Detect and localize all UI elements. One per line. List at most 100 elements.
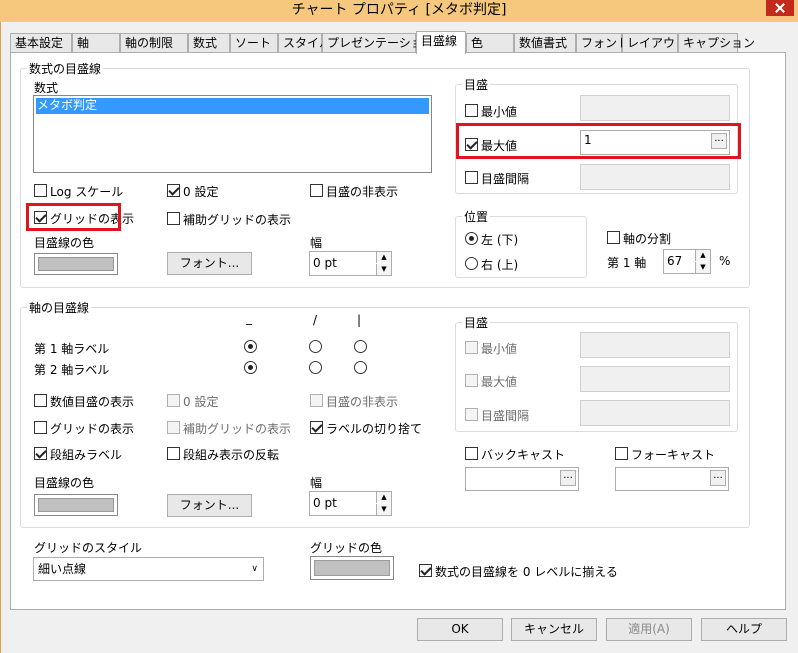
backcast-input[interactable]: ... — [465, 467, 579, 491]
axis-width-label: 幅 — [310, 476, 323, 490]
axis-width-spinner[interactable]: 0 pt ▲ ▼ — [309, 491, 392, 516]
axis-max-input — [580, 366, 730, 392]
axis-zero-setting-label: 0 設定 — [183, 395, 219, 409]
ellipsis-icon[interactable]: ... — [710, 470, 726, 486]
split-value: 67 — [667, 254, 683, 268]
tab-gridlines[interactable]: 目盛線 — [416, 31, 466, 54]
second-axis-slash-radio[interactable] — [309, 361, 322, 374]
backcast-checkbox[interactable] — [465, 447, 478, 460]
interval-label: 目盛間隔 — [481, 172, 530, 186]
reverse-stagger-label: 段組み表示の反転 — [183, 448, 280, 462]
tab-axis-limits[interactable]: 軸の制限 — [120, 33, 188, 53]
min-label: 最小値 — [481, 105, 518, 119]
group-title: 軸の目盛線 — [29, 301, 90, 315]
reverse-stagger-checkbox[interactable] — [167, 447, 180, 460]
axis-interval-checkbox — [465, 408, 478, 421]
spin-down-icon[interactable]: ▼ — [376, 504, 391, 515]
hide-gridlines-checkbox[interactable] — [310, 184, 323, 197]
close-icon[interactable] — [766, 0, 794, 16]
title-bar: チャート プロパティ [メタボ判定] — [0, 0, 798, 22]
log-scale-checkbox[interactable] — [34, 184, 47, 197]
align-zero-label: 数式の目盛線を 0 レベルに揃える — [435, 565, 618, 579]
axis-interval-label: 目盛間隔 — [481, 409, 530, 423]
axis-gridline-color-label: 目盛線の色 — [34, 476, 95, 490]
first-axis-bar-radio[interactable] — [354, 340, 367, 353]
ellipsis-icon[interactable]: ... — [560, 470, 576, 486]
stagger-labels-label: 段組みラベル — [50, 448, 123, 462]
axis-minor-grid-label: 補助グリッドの表示 — [183, 422, 292, 436]
log-scale-label: Log スケール — [50, 185, 124, 199]
column-mark-slash: / — [313, 313, 318, 327]
stagger-labels-checkbox[interactable] — [34, 447, 47, 460]
align-zero-checkbox[interactable] — [419, 564, 432, 577]
truncate-labels-checkbox[interactable] — [310, 421, 323, 434]
position-right-label: 右 (上) — [481, 258, 519, 272]
second-axis-solid-radio[interactable] — [244, 361, 257, 374]
forecast-checkbox[interactable] — [615, 447, 628, 460]
tab-colors[interactable]: 色 — [466, 33, 514, 53]
highlight-box — [26, 203, 121, 231]
first-axis-slash-radio[interactable] — [309, 340, 322, 353]
help-button[interactable]: ヘルプ — [701, 618, 787, 641]
grid-style-select[interactable]: 細い点線 ∨ — [33, 557, 264, 581]
position-left-label: 左 (下) — [481, 233, 519, 247]
list-item-selected[interactable]: メタボ判定 — [36, 98, 429, 114]
tab-axes[interactable]: 軸 — [72, 33, 120, 53]
grid-style-label: グリッドのスタイル — [34, 541, 143, 555]
tab-basic[interactable]: 基本設定 — [10, 33, 72, 53]
column-mark-solid: _ — [246, 311, 252, 325]
axis-show-grid-label: グリッドの表示 — [50, 422, 135, 436]
axis-min-checkbox — [465, 341, 478, 354]
show-numeric-checkbox[interactable] — [34, 394, 47, 407]
zero-setting-label: 0 設定 — [183, 185, 219, 199]
axis-font-button[interactable]: フォント... — [167, 494, 252, 517]
axis-min-input — [580, 332, 730, 358]
axis-interval-input — [580, 400, 730, 426]
axis-min-label: 最小値 — [481, 342, 518, 356]
chevron-down-icon: ∨ — [251, 564, 258, 574]
axis-show-grid-checkbox[interactable] — [34, 421, 47, 434]
cancel-button[interactable]: キャンセル — [511, 618, 597, 641]
first-axis-solid-radio[interactable] — [244, 340, 257, 353]
grid-color-swatch[interactable] — [310, 556, 394, 580]
window-title: チャート プロパティ [メタボ判定] — [291, 2, 507, 18]
axis-split-checkbox[interactable] — [607, 231, 620, 244]
spin-up-icon[interactable]: ▲ — [376, 252, 391, 263]
scale-title: 目盛 — [464, 78, 489, 92]
interval-checkbox[interactable] — [465, 171, 478, 184]
tab-sort[interactable]: ソート — [230, 33, 278, 53]
tab-number-format[interactable]: 数値書式 — [514, 33, 576, 53]
percent-label: % — [719, 254, 731, 268]
font-button[interactable]: フォント... — [167, 252, 252, 275]
tab-layout[interactable]: レイアウト — [622, 33, 687, 53]
width-value: 0 pt — [313, 256, 337, 270]
gridline-color-swatch[interactable] — [34, 253, 118, 275]
spin-down-icon[interactable]: ▼ — [376, 264, 391, 275]
min-checkbox[interactable] — [465, 104, 478, 117]
tab-font[interactable]: フォント — [576, 33, 629, 53]
backcast-label: バックキャスト — [481, 448, 566, 462]
split-spinner[interactable]: 67 ▲ ▼ — [663, 249, 711, 274]
spin-up-icon[interactable]: ▲ — [695, 250, 710, 261]
tab-caption[interactable]: キャプション — [678, 33, 755, 53]
expression-listbox[interactable]: メタボ判定 — [33, 95, 432, 173]
axis-scale-title: 目盛 — [464, 316, 489, 330]
zero-setting-checkbox[interactable] — [167, 184, 180, 197]
position-left-radio[interactable] — [465, 232, 478, 245]
axis-gridline-color-swatch[interactable] — [34, 494, 118, 516]
truncate-labels-label: ラベルの切り捨て — [326, 422, 423, 436]
tab-expressions[interactable]: 数式 — [188, 33, 230, 53]
forecast-input[interactable]: ... — [615, 467, 729, 491]
tab-presentation[interactable]: プレゼンテーション — [322, 33, 435, 53]
forecast-label: フォーキャスト — [631, 448, 716, 462]
second-axis-bar-radio[interactable] — [354, 361, 367, 374]
axis-minor-grid-checkbox — [167, 421, 180, 434]
ok-button[interactable]: OK — [417, 618, 503, 641]
spin-up-icon[interactable]: ▲ — [376, 492, 391, 503]
spin-down-icon[interactable]: ▼ — [695, 262, 710, 273]
width-spinner[interactable]: 0 pt ▲ ▼ — [309, 251, 392, 276]
show-minor-grid-checkbox[interactable] — [167, 212, 180, 225]
position-right-radio[interactable] — [465, 257, 478, 270]
tab-style[interactable]: スタイル — [278, 33, 331, 53]
width-label: 幅 — [310, 236, 323, 250]
